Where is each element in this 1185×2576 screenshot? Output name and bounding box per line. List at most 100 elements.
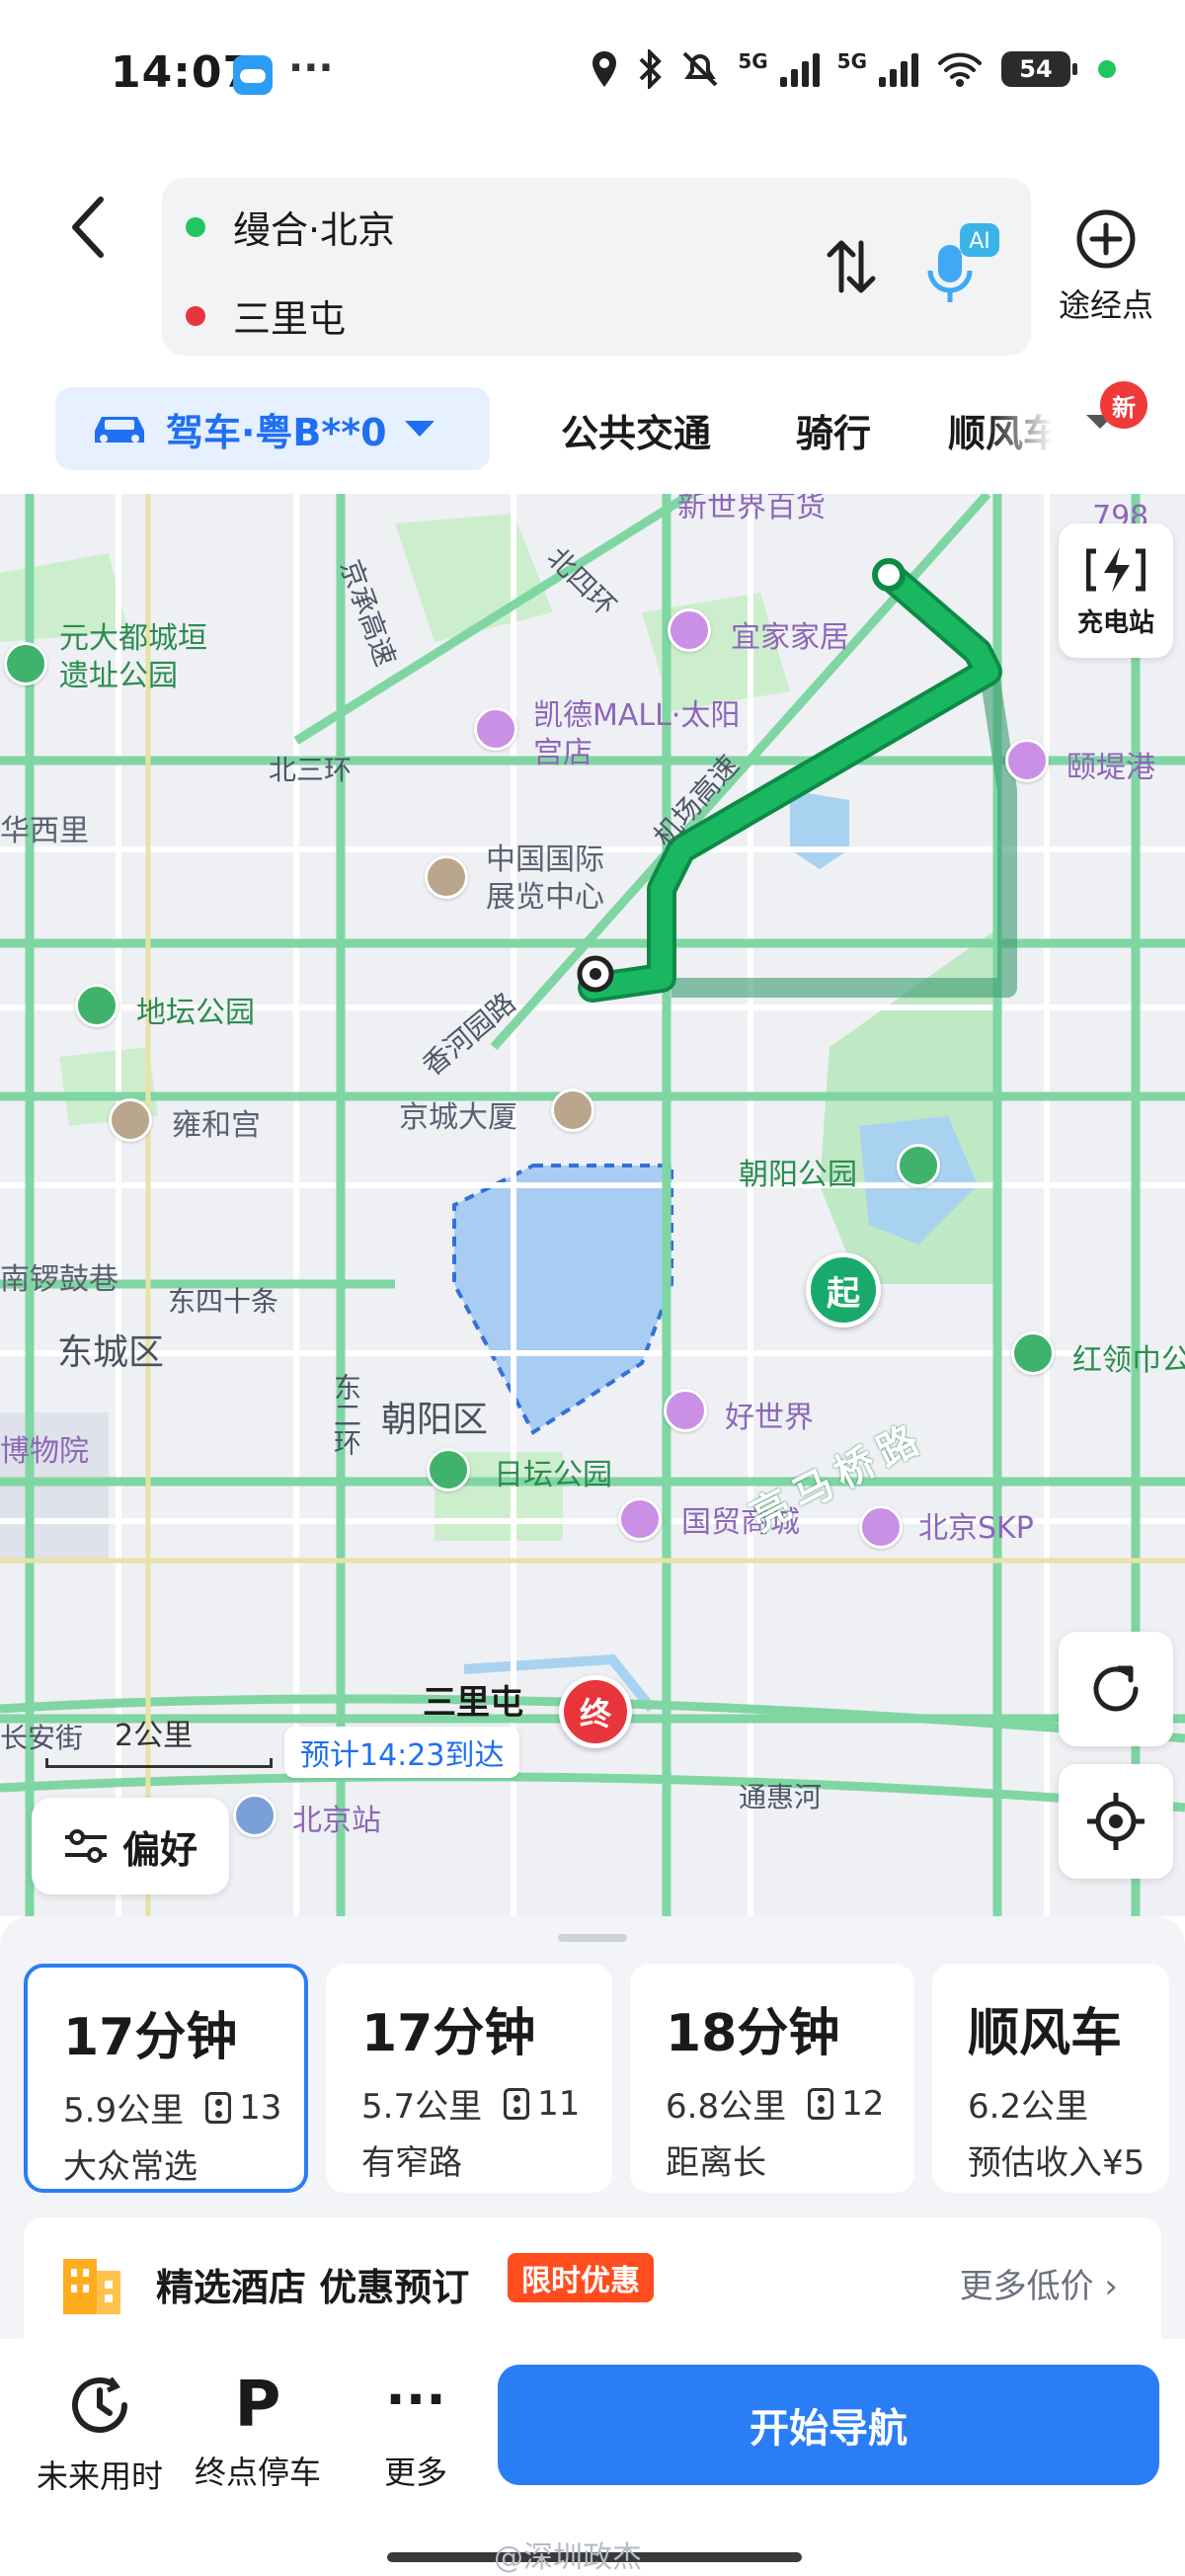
bluetooth-icon bbox=[639, 49, 663, 89]
locate-button[interactable] bbox=[1059, 1764, 1173, 1879]
add-waypoint-button[interactable]: 途经点 bbox=[1047, 207, 1165, 326]
route-lights: 12 bbox=[841, 2083, 885, 2124]
traffic-light-icon bbox=[504, 2087, 530, 2120]
shop-icon bbox=[1005, 739, 1049, 782]
location-icon bbox=[592, 51, 617, 87]
sheet-handle[interactable] bbox=[558, 1934, 627, 1942]
origin-text: 缦合·北京 bbox=[233, 208, 396, 252]
promo-tag: 限时优惠 bbox=[508, 2253, 654, 2302]
shop-icon bbox=[668, 608, 711, 652]
more-label: 更多 bbox=[383, 2454, 447, 2491]
park-icon bbox=[897, 1144, 940, 1187]
station-icon bbox=[233, 1794, 276, 1837]
net-5g-2: 5G bbox=[836, 49, 867, 73]
shop-icon bbox=[618, 1497, 662, 1541]
ai-voice-icon[interactable]: AI bbox=[922, 219, 1001, 314]
hotel-banner[interactable]: 精选酒店 优惠预订 限时优惠 更多低价 › bbox=[24, 2217, 1161, 2346]
route-option-ride[interactable]: 顺风车 6.2公里 预估收入¥5 bbox=[932, 1964, 1169, 2193]
landmark-icon bbox=[551, 1088, 594, 1132]
label-nanluoguxiang: 南锣鼓巷 bbox=[0, 1262, 118, 1297]
route-distance: 5.7公里 bbox=[361, 2087, 483, 2127]
route-time: 17分钟 bbox=[361, 2004, 536, 2063]
swap-icon[interactable] bbox=[822, 227, 881, 306]
hotel-more-link[interactable]: 更多低价 › bbox=[960, 2259, 1118, 2307]
status-bar: 14:07 ··· 5G 5G 54 bbox=[0, 0, 1185, 148]
net-5g-1: 5G bbox=[738, 49, 768, 73]
park-icon bbox=[427, 1448, 470, 1491]
tab-fade bbox=[988, 387, 1096, 476]
hotel-icon bbox=[63, 2259, 120, 2314]
preference-icon bbox=[64, 1829, 107, 1863]
label-bowuyuan: 博物院 bbox=[0, 1434, 89, 1469]
route-time: 17分钟 bbox=[63, 2008, 238, 2067]
route-note: 预估收入¥5 bbox=[968, 2143, 1146, 2183]
label-beijingzhan: 北京站 bbox=[292, 1804, 381, 1838]
start-navigation-button[interactable]: 开始导航 bbox=[498, 2365, 1159, 2485]
start-pin[interactable]: 起 bbox=[806, 1252, 881, 1328]
scale-label: 2公里 bbox=[115, 1719, 194, 1753]
locate-icon bbox=[1087, 1793, 1145, 1850]
route-option-2[interactable]: 17分钟 5.7公里 11 有窄路 bbox=[326, 1964, 612, 2193]
charging-station-button[interactable]: 充电站 bbox=[1059, 523, 1173, 658]
label-yonghegong: 雍和宫 bbox=[172, 1108, 261, 1143]
tab-bike[interactable]: 骑行 bbox=[796, 403, 871, 457]
parking-icon: P bbox=[234, 2369, 281, 2442]
future-time-button[interactable]: 未来用时 bbox=[26, 2371, 174, 2497]
route-note: 距离长 bbox=[666, 2143, 766, 2183]
future-time-label: 未来用时 bbox=[36, 2457, 163, 2495]
tab-car[interactable]: 驾车·粤B**0 bbox=[55, 387, 490, 470]
traffic-light-icon bbox=[205, 2091, 232, 2124]
parking-label: 终点停车 bbox=[194, 2454, 321, 2491]
origin-row[interactable]: 缦合·北京 bbox=[186, 200, 395, 254]
label-dongsishitiao: 东四十条 bbox=[168, 1285, 279, 1318]
eta-label: 预计14:23到达 bbox=[284, 1727, 520, 1778]
preference-label: 偏好 bbox=[121, 1827, 198, 1872]
route-note: 有窄路 bbox=[361, 2143, 462, 2183]
destination-parking-button[interactable]: P 终点停车 bbox=[184, 2371, 332, 2493]
label-chaoyang-gongyuan: 朝阳公园 bbox=[739, 1158, 857, 1192]
landmark-icon bbox=[425, 855, 468, 899]
signal-icon-2 bbox=[879, 51, 918, 87]
label-dongerhuan: 东二环 bbox=[330, 1373, 362, 1456]
destination-label: 三里屯 bbox=[423, 1683, 523, 1723]
route-meta: 6.8公里 12 bbox=[666, 2079, 914, 2128]
shop-icon bbox=[859, 1505, 903, 1549]
label-haoshijie: 好世界 bbox=[725, 1401, 814, 1435]
label-chaoyang-qu: 朝阳区 bbox=[381, 1400, 489, 1440]
label-ditan: 地坛公园 bbox=[136, 996, 255, 1030]
tab-car-label: 驾车·粤B**0 bbox=[166, 410, 387, 454]
charging-icon bbox=[1086, 546, 1146, 593]
preference-button[interactable]: 偏好 bbox=[32, 1798, 229, 1894]
label-ritan: 日坛公园 bbox=[494, 1458, 612, 1492]
wifi-icon bbox=[938, 52, 982, 87]
charging-label: 充电站 bbox=[1076, 607, 1154, 638]
route-lights: 13 bbox=[239, 2087, 282, 2128]
map-view[interactable]: 新世界百货 798 元大都城垣 遗址公园 北三环 北四环 京承高速 宜家家居 凯… bbox=[0, 494, 1185, 1916]
route-option-1[interactable]: 17分钟 5.9公里 13 大众常选 bbox=[24, 1964, 308, 2193]
label-yijiajiaju: 宜家家居 bbox=[731, 620, 849, 655]
label-xisili: 华西里 bbox=[0, 814, 89, 848]
refresh-button[interactable] bbox=[1059, 1632, 1173, 1746]
add-waypoint-icon bbox=[1076, 209, 1136, 269]
park-icon bbox=[75, 984, 118, 1027]
more-button[interactable]: ··· 更多 bbox=[342, 2371, 490, 2493]
scale-bar bbox=[45, 1758, 273, 1768]
route-meta: 5.7公里 11 bbox=[361, 2079, 612, 2128]
tab-transit[interactable]: 公共交通 bbox=[561, 403, 711, 457]
back-icon[interactable] bbox=[61, 188, 120, 267]
chevron-down-icon bbox=[404, 421, 434, 437]
route-time: 18分钟 bbox=[666, 2004, 840, 2063]
temple-icon bbox=[109, 1098, 152, 1142]
signal-icon bbox=[779, 51, 820, 87]
status-more: ··· bbox=[288, 45, 334, 91]
route-input-box[interactable]: 缦合·北京 三里屯 AI bbox=[162, 178, 1031, 356]
end-pin[interactable]: 终 bbox=[559, 1675, 632, 1748]
label-skp: 北京SKP bbox=[918, 1511, 1034, 1546]
map-scale: 2公里 bbox=[45, 1711, 273, 1768]
route-distance: 5.9公里 bbox=[63, 2091, 185, 2131]
route-option-3[interactable]: 18分钟 6.8公里 12 距离长 bbox=[630, 1964, 914, 2193]
status-icons: 5G 5G 54 bbox=[590, 49, 1116, 89]
park-icon bbox=[4, 642, 47, 685]
destination-row[interactable]: 三里屯 bbox=[186, 288, 346, 343]
route-time: 顺风车 bbox=[968, 2004, 1123, 2063]
